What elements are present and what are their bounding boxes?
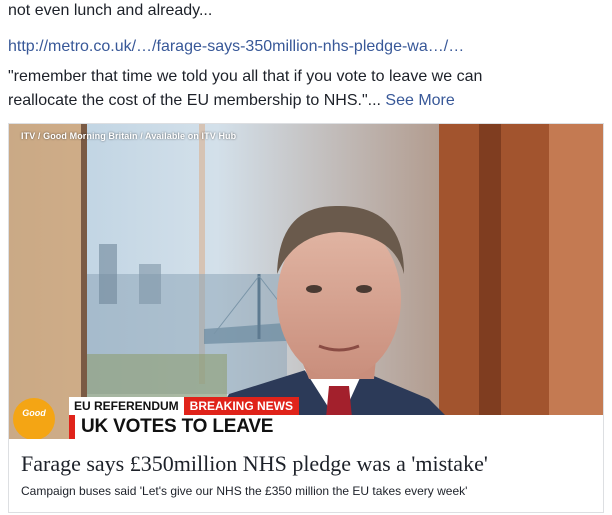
card-description: Campaign buses said 'Let's give our NHS … [21, 484, 468, 498]
post-text-line: not even lunch and already... [8, 2, 213, 19]
image-credit: ITV / Good Morning Britain / Available o… [21, 131, 237, 141]
preview-image[interactable]: ITV / Good Morning Britain / Available o… [9, 124, 603, 439]
strap-label: EU REFERENDUM [69, 397, 184, 415]
breaking-news-label: BREAKING NEWS [183, 397, 300, 415]
gmb-logo-icon: Good [13, 398, 55, 439]
news-strap-headline: UK VOTES TO LEAVE [69, 415, 603, 439]
post-quote-line: reallocate the cost of the EU membership… [8, 91, 455, 111]
post-quote-text: reallocate the cost of the EU membership… [8, 92, 381, 109]
post-link[interactable]: http://metro.co.uk/…/farage-says-350mill… [8, 37, 464, 57]
strap-headline-text: UK VOTES TO LEAVE [81, 416, 274, 437]
card-title[interactable]: Farage says £350million NHS pledge was a… [21, 451, 488, 477]
see-more-link[interactable]: See More [385, 92, 454, 109]
farage-tv-still [9, 124, 603, 439]
news-strap-top: EU REFERENDUM BREAKING NEWS [69, 397, 300, 415]
post-quote-line: "remember that time we told you all that… [8, 68, 483, 85]
link-preview-card[interactable]: ITV / Good Morning Britain / Available o… [8, 123, 604, 513]
